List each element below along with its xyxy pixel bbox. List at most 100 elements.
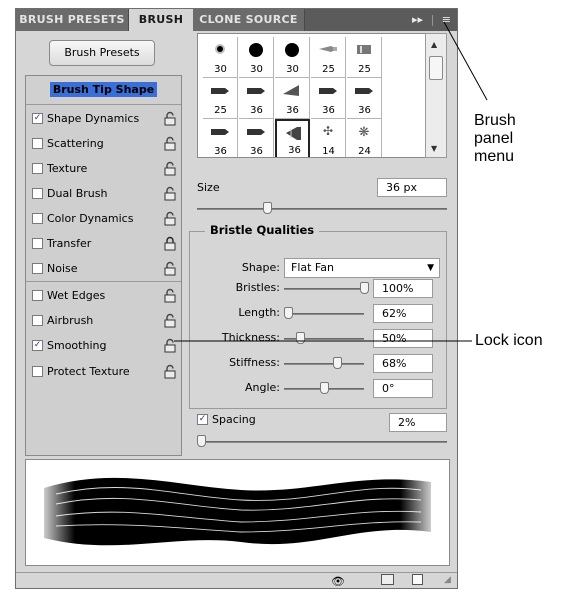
brush-tip-bristle-point[interactable]: 25 — [311, 37, 346, 78]
bristle-flat-point-icon — [211, 88, 229, 94]
brush-tip-scatter-star[interactable]: ❋ 24 — [347, 119, 382, 157]
brush-tip-size: 36 — [250, 146, 263, 157]
brush-tip-bristle-flat-blunt[interactable]: 36 — [347, 78, 382, 119]
checkbox[interactable] — [32, 213, 43, 224]
lock-icon[interactable] — [163, 338, 177, 353]
bristle-flat-blunt-icon — [355, 88, 373, 94]
brush-panel-menu-callout: Brush panel menu — [474, 112, 516, 166]
grid-icon[interactable] — [381, 574, 394, 585]
callout-line-2: panel — [474, 130, 514, 147]
checkbox[interactable] — [32, 163, 43, 174]
lock-icon[interactable] — [163, 364, 177, 379]
list-item-protect-texture[interactable]: Protect Texture — [26, 360, 181, 384]
angle-slider-thumb[interactable] — [320, 382, 329, 394]
tab-clone-source[interactable]: CLONE SOURCE — [193, 9, 305, 31]
spacing-field[interactable]: 2% — [389, 413, 447, 432]
lock-icon[interactable] — [163, 236, 177, 251]
eye-brush-icon[interactable]: 👁 — [331, 575, 345, 588]
resize-grip-icon[interactable]: ◢ — [444, 575, 451, 585]
lock-icon[interactable] — [163, 288, 177, 303]
checkbox[interactable] — [32, 138, 43, 149]
brush-tip-hard-round[interactable]: 30 — [239, 37, 274, 78]
length-field[interactable]: 62% — [373, 304, 433, 323]
brush-tip-bristle-fan[interactable]: 36 — [275, 78, 310, 119]
lock-icon[interactable] — [163, 261, 177, 276]
bristles-slider-track[interactable] — [284, 288, 364, 290]
tab-bar: BRUSH PRESETS BRUSH CLONE SOURCE ▸▸ | ≡ — [16, 9, 457, 31]
length-slider-track[interactable] — [284, 313, 364, 315]
scroll-thumb[interactable] — [429, 56, 443, 80]
list-item-color-dynamics[interactable]: Color Dynamics — [26, 207, 181, 231]
list-item-dual-brush[interactable]: Dual Brush — [26, 182, 181, 206]
stiffness-field[interactable]: 68% — [373, 354, 433, 373]
size-slider-track[interactable] — [197, 208, 447, 210]
list-item-shape-dynamics[interactable]: ✓ Shape Dynamics — [26, 107, 181, 131]
tab-brush[interactable]: BRUSH — [129, 9, 193, 31]
brush-tip-bristle-round-blunt[interactable]: 36 — [311, 78, 346, 119]
collapse-icon[interactable]: ▸▸ — [412, 13, 423, 26]
checkbox[interactable] — [32, 315, 43, 326]
brush-tip-size: 36 — [358, 105, 371, 116]
stiffness-slider-track[interactable] — [284, 363, 364, 365]
shape-select[interactable]: Flat Fan ▼ — [284, 258, 440, 278]
thickness-slider-thumb[interactable] — [296, 332, 305, 344]
scatter-star-icon: ❋ — [359, 125, 370, 140]
brush-tip-bristle-flat-fan[interactable]: 36 — [275, 119, 310, 157]
brush-tip-shape-item[interactable]: Brush Tip Shape — [26, 78, 181, 102]
brush-tip-bristle-angle[interactable]: 36 — [239, 78, 274, 119]
angle-field[interactable]: 0° — [373, 379, 433, 398]
tab-brush-presets[interactable]: BRUSH PRESETS — [16, 9, 129, 31]
lock-icon[interactable] — [163, 211, 177, 226]
lock-icon[interactable] — [163, 111, 177, 126]
scroll-up-icon[interactable]: ▲ — [431, 40, 437, 49]
list-item-noise[interactable]: Noise — [26, 257, 181, 281]
spacing-slider-track[interactable] — [197, 441, 447, 443]
lock-icon[interactable] — [163, 136, 177, 151]
bristles-label: Bristles: — [235, 281, 280, 294]
checkbox[interactable] — [32, 290, 43, 301]
bristle-round-angle-icon — [247, 129, 265, 135]
spacing-slider-thumb[interactable] — [197, 435, 206, 447]
list-item-label: Transfer — [47, 237, 92, 250]
brush-tip-bristle-round-angle[interactable]: 36 — [239, 119, 274, 157]
brush-tip-bristle-flat[interactable]: 25 — [347, 37, 382, 78]
checkbox[interactable]: ✓ — [32, 113, 43, 124]
list-item-airbrush[interactable]: Airbrush — [26, 309, 181, 333]
checkbox[interactable] — [32, 188, 43, 199]
new-preset-icon[interactable] — [412, 574, 423, 585]
lock-icon[interactable] — [163, 313, 177, 328]
checkbox[interactable] — [32, 238, 43, 249]
list-item-transfer[interactable]: Transfer — [26, 232, 181, 256]
brush-tip-size: 30 — [286, 64, 299, 75]
brush-tip-soft-round-small[interactable]: 30 — [203, 37, 238, 78]
checkbox[interactable]: ✓ — [32, 340, 43, 351]
bristle-flat-icon — [357, 45, 371, 54]
length-slider-thumb[interactable] — [284, 307, 293, 319]
scroll-down-icon[interactable]: ▼ — [431, 144, 437, 153]
checkbox[interactable] — [32, 366, 43, 377]
brush-presets-button[interactable]: Brush Presets — [49, 40, 155, 66]
size-field[interactable]: 36 px — [377, 178, 447, 197]
tip-grid-scrollbar[interactable]: ▲ ▼ — [425, 33, 447, 158]
brush-tip-scatter-leaf[interactable]: ✣ 14 — [311, 119, 346, 157]
list-item-texture[interactable]: Texture — [26, 157, 181, 181]
size-slider-thumb[interactable] — [263, 202, 272, 214]
thickness-field[interactable]: 50% — [373, 329, 433, 348]
checkbox[interactable] — [32, 263, 43, 274]
panel-menu-icon[interactable]: ≡ — [442, 13, 451, 26]
list-item-wet-edges[interactable]: Wet Edges — [26, 284, 181, 308]
tab-controls: ▸▸ | ≡ — [412, 13, 451, 26]
bristles-slider-thumb[interactable] — [360, 282, 369, 294]
list-item-label: Dual Brush — [47, 187, 108, 200]
bristle-qualities-title: Bristle Qualities — [205, 223, 320, 237]
brush-tip-bristle-round-point[interactable]: 36 — [203, 119, 238, 157]
list-item-scattering[interactable]: Scattering — [26, 132, 181, 156]
brush-tip-bristle-flat-point[interactable]: 25 — [203, 78, 238, 119]
lock-icon[interactable] — [163, 161, 177, 176]
list-item-smoothing[interactable]: ✓ Smoothing — [26, 334, 181, 358]
lock-icon[interactable] — [163, 186, 177, 201]
bristles-field[interactable]: 100% — [373, 279, 433, 298]
brush-tip-hard-round[interactable]: 30 — [275, 37, 310, 78]
stiffness-slider-thumb[interactable] — [333, 357, 342, 369]
spacing-checkbox[interactable]: ✓ — [197, 414, 208, 425]
